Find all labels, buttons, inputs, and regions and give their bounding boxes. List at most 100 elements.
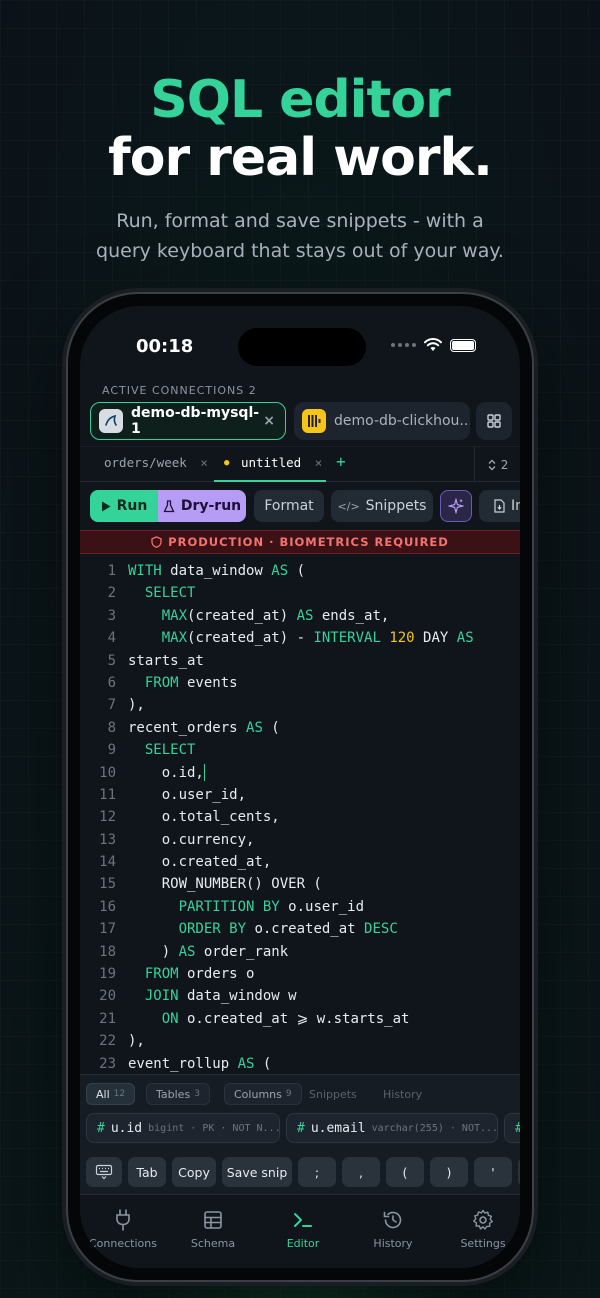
filter-count: 12	[113, 1089, 126, 1099]
connection-chip-clickhouse[interactable]: demo-db-clickhou...	[294, 402, 470, 440]
clickhouse-icon	[302, 409, 326, 433]
tab-key[interactable]: Tab	[128, 1157, 166, 1187]
tab-label: untitled	[240, 455, 302, 470]
double-quote-key[interactable]: "	[518, 1157, 520, 1187]
copy-key[interactable]: Copy	[172, 1157, 216, 1187]
close-icon[interactable]: ×	[263, 413, 275, 429]
nav-history[interactable]: History	[348, 1207, 438, 1250]
format-button[interactable]: Format	[254, 490, 324, 522]
nav-label: Settings	[460, 1237, 506, 1250]
unsaved-dot-icon: ●	[224, 458, 230, 468]
active-tab-indicator	[214, 480, 326, 482]
gear-icon	[473, 1209, 493, 1230]
cellular-icon	[391, 343, 416, 347]
tab-count-button[interactable]: 2	[474, 447, 520, 482]
history-icon	[383, 1211, 402, 1229]
tab-untitled[interactable]: ● untitled ×	[224, 455, 322, 470]
connections-row: demo-db-mysql-1 × demo-db-clickhou...	[90, 402, 520, 442]
chevron-updown-icon	[488, 459, 496, 470]
add-tab-button[interactable]: +	[336, 452, 346, 471]
filter-snippets[interactable]: Snippets	[300, 1083, 366, 1105]
keyboard-toggle-button[interactable]	[86, 1157, 122, 1187]
dry-run-button[interactable]: Dry-run	[158, 490, 246, 522]
hero-title-line2: for real work.	[108, 128, 493, 188]
right-paren-key[interactable]: )	[430, 1157, 468, 1187]
suggestion-meta: varchar(255) · NOT...	[371, 1122, 498, 1134]
nav-label: Editor	[286, 1237, 320, 1250]
left-paren-key[interactable]: (	[386, 1157, 424, 1187]
run-button[interactable]: Run	[90, 490, 158, 522]
query-keyboard-row: Tab Copy Save snip ; , ( ) ' "	[86, 1157, 520, 1189]
nav-label: Connections	[89, 1237, 157, 1250]
suggestion-name: u.email	[310, 1120, 366, 1136]
battery-icon	[450, 338, 476, 352]
snippets-label: Snippets	[365, 498, 427, 514]
filter-all[interactable]: All 12	[86, 1083, 136, 1105]
tab-label: orders/week	[104, 455, 187, 470]
filter-count: 3	[194, 1089, 200, 1099]
production-banner: PRODUCTION · BIOMETRICS REQUIRED	[80, 530, 520, 554]
filter-history[interactable]: History	[374, 1083, 431, 1105]
connections-label: ACTIVE CONNECTIONS 2	[102, 384, 257, 397]
ai-sparkle-button[interactable]	[440, 490, 472, 522]
nav-settings[interactable]: Settings	[438, 1207, 520, 1250]
column-hash-icon: #	[297, 1120, 305, 1136]
terminal-icon	[294, 1213, 312, 1227]
snippets-button[interactable]: </> Snippets	[331, 490, 433, 522]
filter-tables[interactable]: Tables 3	[146, 1083, 210, 1105]
dynamic-island	[238, 328, 366, 366]
nav-label: Schema	[190, 1237, 236, 1250]
comma-key[interactable]: ,	[342, 1157, 380, 1187]
close-icon[interactable]: ×	[200, 455, 208, 470]
filter-label: Columns	[234, 1087, 282, 1101]
connection-name: demo-db-clickhou...	[334, 413, 470, 429]
hero-subtitle-line2: query keyboard that stays out of your wa…	[96, 240, 504, 262]
text-cursor	[203, 764, 206, 782]
filter-label: Tables	[156, 1087, 191, 1101]
phone-screen: 00:18 ACTIVE CONNECTIONS 2 demo-db-mysql…	[80, 306, 520, 1268]
code-icon: </>	[337, 499, 360, 513]
suggestion-item[interactable]: # u.id bigint · PK · NOT N...	[86, 1113, 280, 1143]
nav-label: History	[373, 1237, 413, 1250]
grid-icon	[487, 414, 501, 428]
nav-schema[interactable]: Schema	[168, 1207, 258, 1250]
suggestion-item[interactable]: # u.email varchar(255) · NOT...	[286, 1113, 498, 1143]
hero: SQL editor for real work. Run, format an…	[0, 72, 600, 266]
wifi-icon	[424, 338, 442, 351]
import-label: Im	[511, 498, 520, 514]
filter-columns[interactable]: Columns 9	[224, 1083, 302, 1105]
tab-orders-week[interactable]: orders/week ×	[104, 455, 208, 470]
connections-grid-button[interactable]	[476, 402, 512, 440]
import-button[interactable]: Im	[479, 490, 520, 522]
editor-toolbar: Run Dry-run Format </> Snippets Im	[90, 490, 520, 526]
close-icon[interactable]: ×	[315, 455, 323, 470]
semicolon-key[interactable]: ;	[298, 1157, 336, 1187]
editor-tabs: orders/week × ● untitled × + 2	[80, 446, 520, 482]
nav-editor[interactable]: Editor	[258, 1207, 348, 1250]
filter-label: All	[96, 1087, 110, 1101]
phone-frame: 00:18 ACTIVE CONNECTIONS 2 demo-db-mysql…	[66, 292, 534, 1282]
plug-icon	[116, 1209, 130, 1231]
suggestion-name: u.id	[110, 1120, 143, 1136]
keyboard-icon	[95, 1164, 113, 1180]
production-banner-text: PRODUCTION · BIOMETRICS REQUIRED	[168, 535, 449, 549]
nav-connections[interactable]: Connections	[80, 1207, 168, 1250]
code-editor[interactable]: 1 WITH data_window AS ( 2 SELECT 3 MAX(cr…	[80, 560, 520, 1074]
connection-chip-mysql[interactable]: demo-db-mysql-1 ×	[90, 402, 286, 440]
single-quote-key[interactable]: '	[474, 1157, 512, 1187]
filter-count: 9	[285, 1089, 292, 1099]
column-hash-icon: #	[515, 1121, 520, 1136]
hero-title-line1: SQL editor	[150, 70, 450, 130]
bottom-nav: Connections Schema Editor History Settin…	[80, 1194, 520, 1268]
tab-count: 2	[500, 457, 509, 472]
column-hash-icon: #	[97, 1120, 105, 1136]
dry-run-label: Dry-run	[180, 498, 242, 514]
shield-icon	[151, 536, 162, 548]
play-icon	[101, 501, 111, 511]
file-import-icon	[494, 499, 505, 513]
save-snippet-key[interactable]: Save snip	[222, 1157, 292, 1187]
hero-subtitle: Run, format and save snippets - with a q…	[0, 206, 600, 266]
status-time: 00:18	[136, 336, 194, 357]
hero-subtitle-line1: Run, format and save snippets - with a	[116, 210, 484, 232]
suggestion-item[interactable]: #	[504, 1113, 520, 1143]
